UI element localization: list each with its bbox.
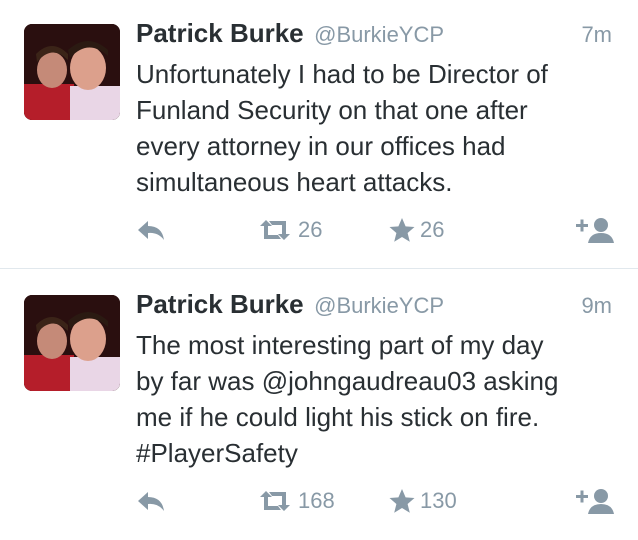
- timestamp[interactable]: 9m: [581, 293, 612, 319]
- favorite-count: 130: [420, 488, 457, 513]
- favorite-count: 26: [420, 217, 445, 242]
- tweet-actions: 168 130: [136, 485, 616, 517]
- retweet-button[interactable]: 168: [256, 485, 335, 517]
- tweet-text: The most interesting part of my day by f…: [136, 330, 559, 468]
- avatar-photo: [24, 24, 120, 120]
- retweet-icon: [260, 491, 290, 511]
- avatar[interactable]: [24, 24, 120, 120]
- tweet[interactable]: Patrick Burke @BurkieYCP 7m Unfortunatel…: [0, 0, 638, 269]
- retweet-button[interactable]: 26: [256, 214, 322, 246]
- author-name[interactable]: Patrick Burke: [136, 289, 304, 319]
- avatar[interactable]: [24, 295, 120, 391]
- retweet-count: 168: [298, 488, 335, 513]
- author-name[interactable]: Patrick Burke: [136, 18, 304, 48]
- tweet-header: Patrick Burke @BurkieYCP 9m: [136, 289, 616, 323]
- add-user-icon: [576, 218, 614, 243]
- timestamp[interactable]: 7m: [581, 22, 612, 48]
- tweet[interactable]: Patrick Burke @BurkieYCP 9m The most int…: [0, 269, 638, 540]
- favorite-button[interactable]: 26: [388, 214, 444, 246]
- tweet-header: Patrick Burke @BurkieYCP 7m: [136, 18, 616, 52]
- reply-button[interactable]: [136, 214, 166, 246]
- star-icon: [389, 218, 415, 242]
- follow-button[interactable]: [574, 214, 616, 246]
- retweet-icon: [260, 220, 290, 240]
- retweet-count: 26: [298, 217, 323, 242]
- favorite-button[interactable]: 130: [388, 485, 457, 517]
- add-user-icon: [576, 489, 614, 514]
- author-handle[interactable]: @BurkieYCP: [314, 22, 444, 47]
- reply-button[interactable]: [136, 485, 166, 517]
- tweet-feed: Patrick Burke @BurkieYCP 7m Unfortunatel…: [0, 0, 638, 540]
- reply-icon: [138, 492, 164, 511]
- follow-button[interactable]: [574, 485, 616, 517]
- avatar-photo: [24, 295, 120, 391]
- star-icon: [389, 489, 415, 513]
- tweet-actions: 26 26: [136, 214, 616, 246]
- reply-icon: [138, 221, 164, 240]
- tweet-text: Unfortunately I had to be Director of Fu…: [136, 59, 548, 197]
- author-handle[interactable]: @BurkieYCP: [314, 293, 444, 318]
